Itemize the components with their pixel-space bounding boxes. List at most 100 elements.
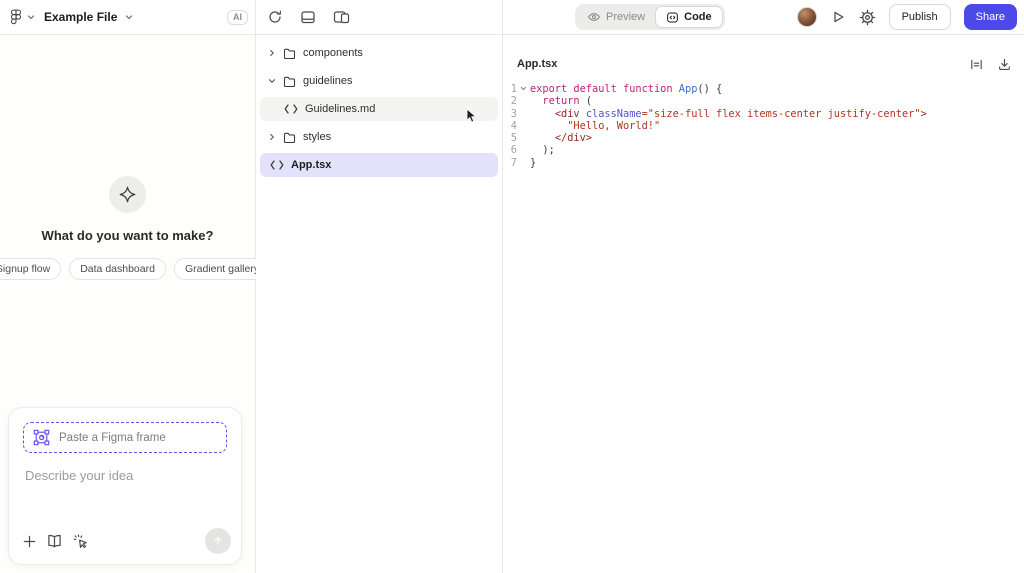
fold-chevron-icon[interactable] (517, 83, 530, 95)
sparkle-badge (109, 176, 146, 213)
code-token: className (585, 107, 642, 120)
code-file-icon (284, 104, 298, 114)
figma-logo-icon (10, 9, 22, 25)
top-bar: Example File AI Preview Code Publish Sha… (0, 0, 1024, 35)
line-number: 3 (510, 107, 517, 120)
tree-item-label: App.tsx (291, 159, 332, 171)
play-button[interactable] (830, 9, 846, 25)
topbar-right-section: Preview Code Publish Share (503, 0, 1024, 34)
file-title: Example File (44, 10, 118, 24)
settings-gear-button[interactable] (859, 9, 876, 26)
arrow-up-icon (211, 534, 225, 548)
code-token: <div (554, 107, 586, 120)
code-editor-header: App.tsx (503, 35, 1024, 81)
figma-frame-dropzone[interactable]: Paste a Figma frame (23, 422, 227, 453)
code-token: return (542, 95, 580, 108)
download-code-button[interactable] (997, 57, 1012, 72)
ai-badge: AI (227, 9, 248, 25)
line-number: 1 (510, 83, 517, 95)
composer-toolbar (22, 528, 231, 554)
add-attachment-button[interactable] (22, 534, 37, 549)
figma-menu-button[interactable] (10, 9, 35, 25)
preview-tab-label: Preview (606, 11, 646, 23)
idea-input[interactable]: Describe your idea (25, 468, 225, 483)
prompt-panel: What do you want to make? Signup flow Da… (0, 35, 271, 573)
code-tab-label: Code (684, 11, 712, 23)
code-editor-actions (969, 57, 1012, 72)
chevron-down-icon (268, 77, 276, 85)
code-line-1: 1 export default function App() { (503, 83, 1024, 95)
code-token: } (530, 156, 537, 169)
user-avatar[interactable] (796, 7, 817, 27)
chip-signup-flow[interactable]: Signup flow (0, 258, 62, 280)
guidelines-book-button[interactable] (46, 533, 63, 549)
code-line-4: 4 "Hello, World!" (503, 120, 1024, 132)
code-token: () { (697, 83, 723, 95)
code-line-6: 6 ); (503, 144, 1024, 156)
figma-frame-icon (32, 428, 51, 447)
line-number: 6 (510, 144, 517, 157)
code-line-3: 3 <div className ="size-full flex items-c… (503, 108, 1024, 120)
tree-item-styles[interactable]: styles (260, 125, 498, 149)
preview-tab[interactable]: Preview (577, 6, 655, 28)
code-token: export default function (530, 83, 679, 95)
sparkle-icon (118, 185, 137, 204)
code-token: ); (530, 144, 555, 157)
file-title-dropdown[interactable] (125, 13, 133, 21)
prompt-heading: What do you want to make? (41, 228, 214, 243)
chip-data-dashboard[interactable]: Data dashboard (69, 258, 166, 280)
folder-icon (283, 131, 296, 144)
chevron-down-icon (27, 13, 35, 21)
line-number: 7 (510, 156, 517, 169)
prompt-composer: Paste a Figma frame Describe your idea (8, 407, 242, 565)
code-line-7: 7 } (503, 157, 1024, 169)
line-number: 5 (510, 132, 517, 145)
view-mode-toggle: Preview Code (575, 4, 725, 30)
code-file-name: App.tsx (517, 58, 558, 70)
code-token: "Hello, World!" (567, 119, 661, 132)
tree-item-label: guidelines (303, 75, 353, 87)
folder-icon (283, 75, 296, 88)
refresh-button[interactable] (267, 9, 283, 25)
tree-item-label: components (303, 47, 363, 59)
tree-item-guidelines[interactable]: guidelines (260, 69, 498, 93)
line-number: 2 (510, 95, 517, 108)
tree-item-components[interactable]: components (260, 41, 498, 65)
code-token: App (678, 83, 698, 95)
code-token: </div> (554, 132, 593, 145)
tree-item-app-tsx[interactable]: App.tsx (260, 153, 498, 177)
chevron-right-icon (268, 49, 276, 57)
share-button[interactable]: Share (963, 4, 1017, 30)
topbar-middle-section (256, 0, 503, 34)
mouse-cursor (466, 108, 478, 129)
code-token: ="size-full flex items-center justify-ce… (641, 107, 921, 120)
layout-bottom-panel-button[interactable] (300, 9, 316, 25)
code-token: > (920, 107, 927, 120)
prompt-hero: What do you want to make? Signup flow Da… (0, 176, 271, 280)
dropzone-label: Paste a Figma frame (59, 431, 166, 444)
tree-item-label: Guidelines.md (305, 103, 376, 115)
code-line-5: 5 </div> (503, 132, 1024, 144)
code-token: ( (579, 95, 593, 108)
tree-item-guidelines-md[interactable]: Guidelines.md (260, 97, 498, 121)
code-editor-panel: App.tsx 1 export default function App ()… (503, 35, 1024, 573)
ai-cursor-button[interactable] (72, 533, 89, 550)
folder-icon (283, 47, 296, 60)
line-number: 4 (510, 119, 517, 132)
topbar-actions: Publish Share (796, 4, 1017, 30)
code-line-2: 2 return ( (503, 95, 1024, 107)
main-area: What do you want to make? Signup flow Da… (0, 35, 1024, 573)
code-tab[interactable]: Code (655, 6, 723, 28)
eye-icon (587, 10, 601, 24)
format-code-button[interactable] (969, 57, 984, 72)
layout-side-panel-button[interactable] (333, 9, 350, 25)
suggestion-chips: Signup flow Data dashboard Gradient gall… (0, 258, 271, 280)
publish-button[interactable]: Publish (888, 4, 951, 30)
chevron-right-icon (268, 133, 276, 141)
submit-prompt-button[interactable] (205, 528, 231, 554)
code-content[interactable]: 1 export default function App() { 2 retu… (503, 81, 1024, 169)
